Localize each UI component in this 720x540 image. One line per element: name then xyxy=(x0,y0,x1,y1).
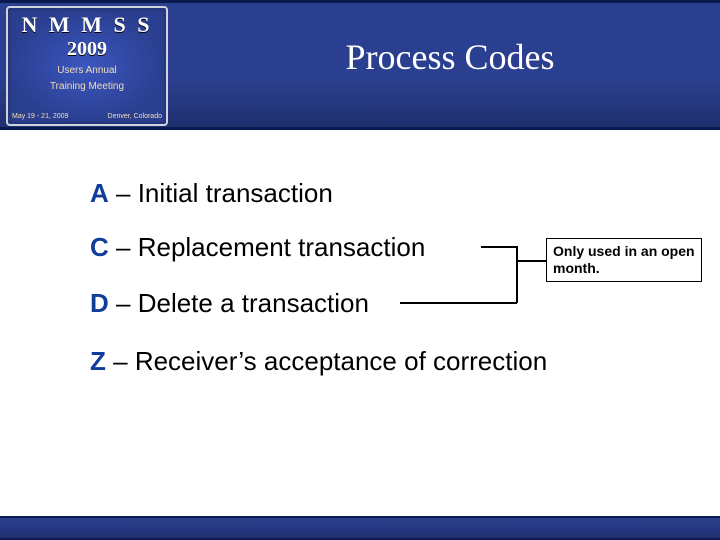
sep-z: – xyxy=(106,346,135,376)
logo-sub2: Training Meeting xyxy=(8,81,166,93)
logo-place: Denver, Colorado xyxy=(108,113,162,120)
code-a: A xyxy=(90,178,109,208)
footer-band xyxy=(0,518,720,540)
logo-year: 2009 xyxy=(8,38,166,61)
slide-title: Process Codes xyxy=(200,36,700,78)
text-d: Delete a transaction xyxy=(138,288,369,318)
text-z: Receiver’s acceptance of correction xyxy=(135,346,547,376)
sep-d: – xyxy=(109,288,138,318)
connector-line xyxy=(516,246,518,303)
code-c: C xyxy=(90,232,109,262)
logo-sub1: Users Annual xyxy=(8,65,166,77)
logo-date: May 19 - 21, 2009 xyxy=(12,113,68,120)
code-z: Z xyxy=(90,346,106,376)
item-z: Z – Receiver’s acceptance of correction xyxy=(90,346,547,377)
connector-line xyxy=(400,302,517,304)
logo-acronym: N M M S S xyxy=(8,12,166,38)
header-top-border xyxy=(0,0,720,3)
sep-a: – xyxy=(109,178,138,208)
callout-box: Only used in an open month. xyxy=(546,238,702,282)
header-bottom-border xyxy=(0,127,720,130)
item-a: A – Initial transaction xyxy=(90,178,333,209)
slide: N M M S S 2009 Users Annual Training Mee… xyxy=(0,0,720,540)
item-c: C – Replacement transaction xyxy=(90,232,425,263)
connector-line xyxy=(481,246,517,248)
logo-footer: May 19 - 21, 2009 Denver, Colorado xyxy=(8,113,166,120)
logo-panel: N M M S S 2009 Users Annual Training Mee… xyxy=(6,6,168,126)
text-c: Replacement transaction xyxy=(138,232,426,262)
code-d: D xyxy=(90,288,109,318)
item-d: D – Delete a transaction xyxy=(90,288,369,319)
sep-c: – xyxy=(109,232,138,262)
callout-text: Only used in an open month. xyxy=(553,243,695,276)
connector-line xyxy=(517,260,546,262)
text-a: Initial transaction xyxy=(138,178,333,208)
